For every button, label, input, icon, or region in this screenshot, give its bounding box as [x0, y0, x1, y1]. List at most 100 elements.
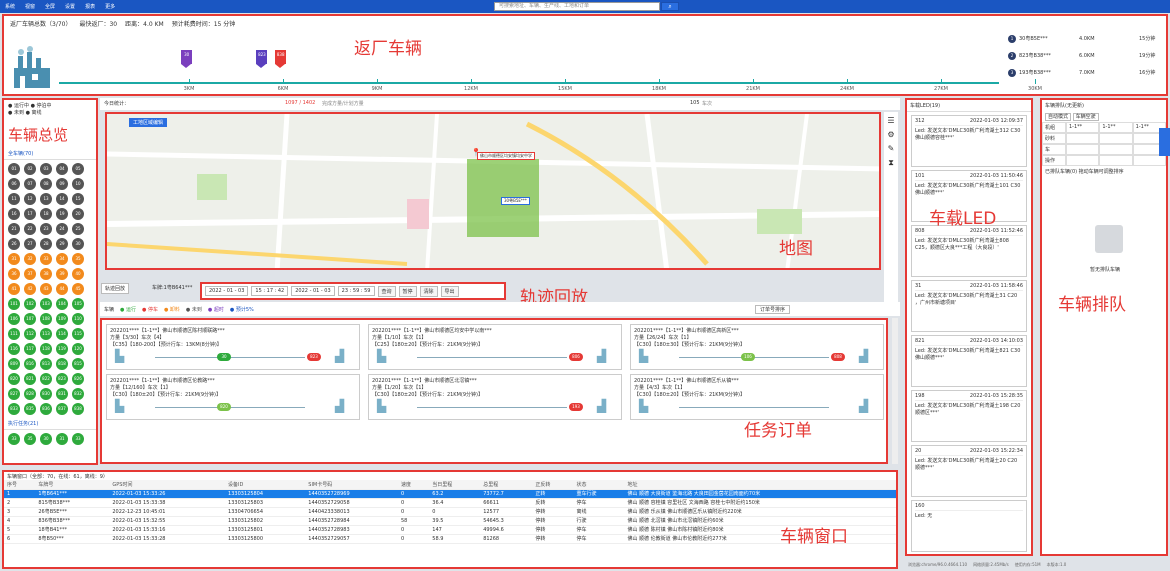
- column-header[interactable]: 当日里程: [429, 480, 481, 490]
- vehicle-dot[interactable]: 37: [24, 268, 36, 280]
- vehicle-dot[interactable]: 108: [40, 313, 52, 325]
- vehicle-dot[interactable]: 13: [40, 193, 52, 205]
- table-row[interactable]: 1 1粤B641*** 2022-01-03 15:33:26 13303125804…: [4, 489, 896, 499]
- order-card[interactable]: 202201****【1-1**】佛山市顺德区北滘镇*** 方量【1/20】车次【…: [368, 374, 622, 420]
- menu-view[interactable]: 视窗: [25, 3, 35, 10]
- order-truck-badge[interactable]: 106: [741, 353, 755, 361]
- vehicle-dot[interactable]: 19: [56, 208, 68, 220]
- vehicle-dot[interactable]: 120: [72, 343, 84, 355]
- vehicle-dot[interactable]: 39: [56, 268, 68, 280]
- vehicle-dot[interactable]: 12: [24, 193, 36, 205]
- vehicle-dot[interactable]: 118: [40, 343, 52, 355]
- vehicle-dot[interactable]: 23: [40, 223, 52, 235]
- vehicle-dot[interactable]: 110: [72, 313, 84, 325]
- vehicle-dot[interactable]: 820: [8, 373, 20, 385]
- vehicle-dot[interactable]: 105: [72, 298, 84, 310]
- vehicle-dot[interactable]: 16: [8, 208, 20, 220]
- vehicle-dot[interactable]: 41: [8, 283, 20, 295]
- auto-mode-button[interactable]: 自动模式: [1045, 113, 1072, 121]
- order-card[interactable]: 202201****【1-1**】佛山市顺德区伦教路*** 方量【12/160】车…: [106, 374, 360, 420]
- led-card[interactable]: 198 2022-01-03 15:28:35 Led: 发送文本'DMLC30新广…: [911, 390, 1027, 442]
- filter-running[interactable]: ● 运行: [120, 306, 136, 313]
- vehicle-dot[interactable]: 102: [24, 298, 36, 310]
- group-active-tasks[interactable]: 执行任务(21): [4, 418, 96, 430]
- vehicle-dot[interactable]: 823: [56, 373, 68, 385]
- table-row[interactable]: 2 815粤B38*** 2022-01-03 15:33:38 1330312580…: [4, 498, 896, 508]
- empty-run-button[interactable]: 车辆空驶: [1072, 113, 1099, 121]
- start-time-input[interactable]: 15 : 17 : 42: [251, 286, 289, 296]
- return-truck-marker[interactable]: 838: [275, 50, 287, 68]
- led-search[interactable]: 车载LED(19): [907, 100, 1031, 112]
- vehicle-dot[interactable]: 826: [72, 373, 84, 385]
- vehicle-dot[interactable]: 816: [24, 358, 36, 370]
- filter-vehicle[interactable]: 车辆: [104, 306, 114, 313]
- vehicle-dot[interactable]: 106: [8, 313, 20, 325]
- vehicle-dot[interactable]: 815: [72, 358, 84, 370]
- return-truck-marker[interactable]: 823: [256, 50, 268, 68]
- column-header[interactable]: GPS时间: [109, 480, 226, 490]
- order-truck-badge[interactable]: 820: [217, 403, 231, 411]
- vehicle-dot[interactable]: 18: [40, 208, 52, 220]
- led-card[interactable]: 821 2022-01-03 14:10:03 Led: 发送文本'DMLC30新广…: [911, 335, 1027, 387]
- vehicle-dot[interactable]: 26: [8, 238, 20, 250]
- vehicle-dot[interactable]: 29: [56, 238, 68, 250]
- vehicle-dot[interactable]: 828: [24, 388, 36, 400]
- vehicle-dot[interactable]: 827: [8, 388, 20, 400]
- column-header[interactable]: 地址: [624, 480, 896, 490]
- vehicle-dot[interactable]: 09: [56, 178, 68, 190]
- vehicle-dot[interactable]: 17: [24, 208, 36, 220]
- vehicle-dot[interactable]: 32: [24, 253, 36, 265]
- end-date-input[interactable]: 2022 - 01 - 03: [291, 286, 335, 296]
- order-sort-select[interactable]: 订单号排序: [755, 304, 791, 314]
- vehicle-dot[interactable]: 117: [24, 343, 36, 355]
- vehicle-dot[interactable]: 831: [56, 388, 68, 400]
- column-header[interactable]: 序号: [4, 480, 36, 490]
- order-truck-badge[interactable]: 808: [831, 353, 845, 361]
- order-truck-badge[interactable]: 30: [217, 353, 231, 361]
- vehicle-dot[interactable]: 109: [56, 313, 68, 325]
- map-view[interactable]: 工地区域编辑 佛山市顺德区均安镇均安中学 📍 30粤B5E*** 地图: [105, 112, 881, 270]
- led-card[interactable]: 31 2022-01-03 11:58:46 Led: 发送文本'DMLC30新广利…: [911, 280, 1027, 332]
- vehicle-dot[interactable]: 111: [8, 328, 20, 340]
- vehicle-dot[interactable]: 04: [56, 163, 68, 175]
- vehicle-dot[interactable]: 28: [40, 238, 52, 250]
- vehicle-dot[interactable]: 21: [8, 223, 20, 235]
- vehicle-dot[interactable]: 103: [40, 298, 52, 310]
- vehicle-dot[interactable]: 15: [72, 193, 84, 205]
- vehicle-dot[interactable]: 107: [24, 313, 36, 325]
- menu-settings[interactable]: 设置: [65, 3, 75, 10]
- vehicle-dot[interactable]: 113: [40, 328, 52, 340]
- vehicle-marker[interactable]: 30粤B5E***: [501, 197, 530, 205]
- return-list-item[interactable]: 3 193粤B38*** 7.0KM 16分钟: [1008, 64, 1164, 81]
- start-date-input[interactable]: 2022 - 01 - 03: [205, 286, 249, 296]
- vehicle-dot[interactable]: 01: [8, 163, 20, 175]
- vehicle-dot[interactable]: 27: [24, 238, 36, 250]
- vehicle-dot[interactable]: 836: [40, 403, 52, 415]
- vehicle-dot[interactable]: 33: [40, 253, 52, 265]
- vehicle-dot[interactable]: 832: [72, 388, 84, 400]
- vehicle-dot[interactable]: 20: [72, 208, 84, 220]
- vehicle-dot[interactable]: 830: [40, 388, 52, 400]
- query-button[interactable]: 查询: [377, 285, 396, 297]
- vehicle-dot[interactable]: 35: [72, 253, 84, 265]
- filter-estimate[interactable]: ● 预计5%: [230, 306, 254, 313]
- site-edit-button[interactable]: 工地区域编辑: [129, 118, 168, 127]
- led-card[interactable]: 808 2022-01-03 11:52:46 Led: 发送文本'DMLC30新广…: [911, 225, 1027, 277]
- return-list-item[interactable]: 1 30粤B5E*** 4.0KM 15分钟: [1008, 30, 1164, 47]
- vehicle-dot[interactable]: 02: [24, 163, 36, 175]
- vehicle-dot[interactable]: 45: [72, 283, 84, 295]
- return-truck-marker[interactable]: 30: [181, 50, 193, 68]
- vehicle-dot[interactable]: 14: [56, 193, 68, 205]
- vehicle-dot[interactable]: 837: [56, 403, 68, 415]
- vehicle-dot[interactable]: 31: [8, 253, 20, 265]
- menu-system[interactable]: 系统: [5, 3, 15, 10]
- order-card[interactable]: 202201****【1-1**】佛山市顺德区陈村顺联路*** 方量【3/30】车…: [106, 324, 360, 370]
- orders-scrollbar[interactable]: [892, 318, 898, 464]
- list-icon[interactable]: ☰: [886, 116, 896, 126]
- column-header[interactable]: 正反转: [532, 480, 574, 490]
- gear-icon[interactable]: ⚙: [886, 130, 896, 140]
- column-header[interactable]: 设备ID: [225, 480, 306, 490]
- global-search-input[interactable]: 可搜索地址、车辆、生产线、工地和订单: [494, 2, 660, 11]
- order-truck-badge[interactable]: 193: [569, 403, 583, 411]
- end-time-input[interactable]: 23 : 59 : 59: [337, 286, 375, 296]
